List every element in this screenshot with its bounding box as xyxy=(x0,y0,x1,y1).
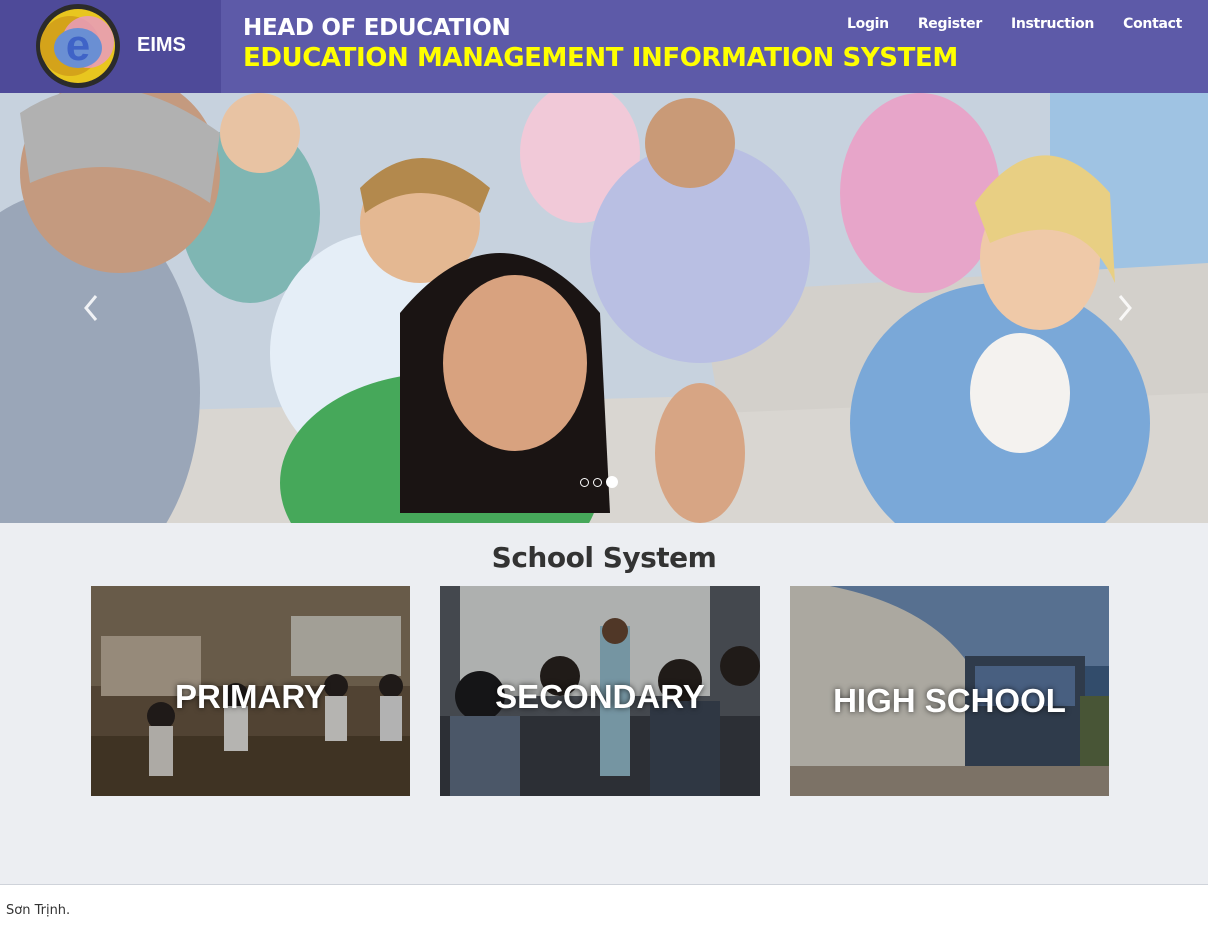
site-title: EDUCATION MANAGEMENT INFORMATION SYSTEM xyxy=(243,43,958,73)
high-school-card[interactable]: HIGH SCHOOL xyxy=(790,586,1109,796)
chevron-left-icon[interactable] xyxy=(76,288,106,328)
chevron-right-icon[interactable] xyxy=(1110,288,1140,328)
primary-label: PRIMARY xyxy=(175,678,326,715)
footer-author: Sơn Trịnh. xyxy=(6,903,71,918)
high-school-label: HIGH SCHOOL xyxy=(833,682,1066,719)
section-title: School System xyxy=(491,541,717,574)
secondary-card[interactable]: SECONDARY xyxy=(440,586,760,796)
carousel-dot-1[interactable] xyxy=(580,477,589,487)
logo[interactable]: e EIMS xyxy=(0,0,221,93)
hero-carousel xyxy=(0,93,1208,523)
logo-text: EIMS xyxy=(137,34,186,56)
secondary-label: SECONDARY xyxy=(495,678,705,715)
svg-text:e: e xyxy=(66,21,90,70)
carousel-indicators xyxy=(580,476,618,488)
nav-contact-link[interactable]: Contact xyxy=(1123,16,1182,32)
students-classroom-image xyxy=(0,93,1208,523)
eims-logo-icon: e xyxy=(36,4,120,88)
site-header: e EIMS HEAD OF EDUCATION EDUCATION MANAG… xyxy=(0,0,1208,93)
site-subtitle: HEAD OF EDUCATION xyxy=(243,15,511,41)
footer: Sơn Trịnh. xyxy=(0,884,1208,934)
nav-instruction-link[interactable]: Instruction xyxy=(1011,16,1094,32)
nav-login-link[interactable]: Login xyxy=(847,16,889,32)
nav-register-link[interactable]: Register xyxy=(918,16,982,32)
primary-card[interactable]: PRIMARY xyxy=(91,586,410,796)
main-nav: Login Register Instruction Contact xyxy=(818,16,1182,32)
carousel-dot-2[interactable] xyxy=(593,477,602,487)
carousel-dot-3[interactable] xyxy=(606,476,618,488)
